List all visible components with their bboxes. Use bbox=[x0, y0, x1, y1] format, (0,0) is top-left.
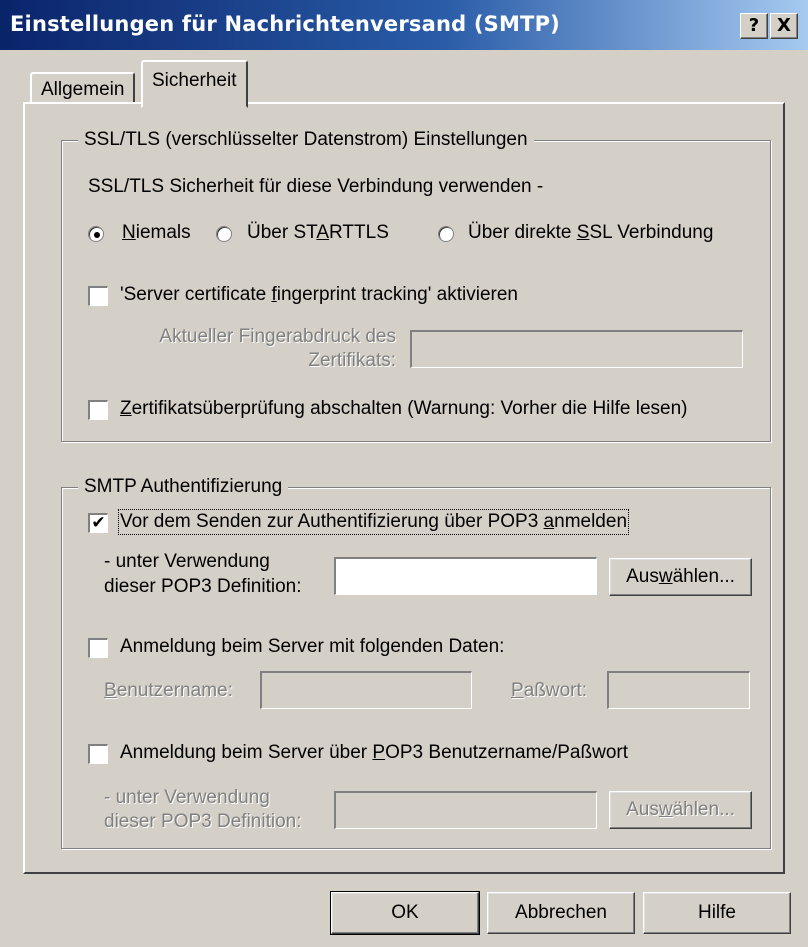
pop3-def2-field bbox=[334, 791, 597, 829]
ssl-group-title: SSL/TLS (verschlüsselter Datenstrom) Ein… bbox=[78, 129, 534, 151]
tab-sicherheit-label: Sicherheit bbox=[152, 70, 237, 91]
username-field bbox=[260, 671, 472, 709]
password-field bbox=[607, 671, 750, 709]
pop3-login-checkbox[interactable] bbox=[88, 744, 108, 764]
pop3-def-label-line1: - unter Verwendung bbox=[104, 551, 270, 572]
cert-check-off-checkbox[interactable] bbox=[88, 400, 108, 420]
server-login-checkbox[interactable] bbox=[88, 638, 108, 658]
help-icon[interactable]: ? bbox=[740, 13, 768, 39]
ok-button[interactable]: OK bbox=[330, 891, 480, 935]
close-icon[interactable]: X bbox=[770, 13, 798, 39]
radio-starttls-label: Über STARTTLS bbox=[247, 222, 389, 243]
pop3-login-label[interactable]: Anmeldung beim Server über POP3 Benutzer… bbox=[120, 742, 628, 764]
select-pop3-button-2: Auswählen... bbox=[609, 791, 752, 829]
fingerprint-label-line1: Aktueller Fingerabdruck des bbox=[159, 326, 396, 347]
radio-niemals-control[interactable] bbox=[88, 226, 104, 242]
username-label: Benutzername: bbox=[104, 680, 233, 701]
fingerprint-tracking-checkbox[interactable] bbox=[88, 286, 108, 306]
cert-check-off-label[interactable]: Zertifikatsüberprüfung abschalten (Warnu… bbox=[120, 398, 687, 420]
cancel-button[interactable]: Abbrechen bbox=[487, 892, 635, 934]
pop3-before-send-checkbox[interactable]: ✔ bbox=[88, 513, 108, 533]
pop3-def2-label-line2: dieser POP3 Definition: bbox=[104, 811, 302, 832]
tab-allgemein[interactable]: Allgemein bbox=[30, 72, 136, 104]
tab-sicherheit[interactable]: Sicherheit bbox=[141, 60, 248, 108]
radio-direct-ssl-control[interactable] bbox=[438, 226, 454, 242]
window-title: Einstellungen für Nachrichtenversand (SM… bbox=[10, 12, 560, 36]
fingerprint-tracking-label[interactable]: 'Server certificate fingerprint tracking… bbox=[120, 284, 518, 306]
radio-niemals-label: Niemals bbox=[122, 222, 191, 243]
pop3-def-label-line2: dieser POP3 Definition: bbox=[104, 576, 302, 597]
password-label: Paßwort: bbox=[511, 680, 588, 701]
fingerprint-field bbox=[410, 330, 743, 368]
server-login-label[interactable]: Anmeldung beim Server mit folgenden Date… bbox=[120, 636, 504, 658]
pop3-before-send-label[interactable]: Vor dem Senden zur Authentifizierung übe… bbox=[117, 509, 630, 535]
radio-starttls-control[interactable] bbox=[216, 226, 232, 242]
pop3-def2-label-line1: - unter Verwendung bbox=[104, 787, 270, 808]
fingerprint-label-line2: Zertifikats: bbox=[308, 350, 396, 371]
radio-direct-ssl-label: Über direkte SSL Verbindung bbox=[468, 222, 714, 243]
select-pop3-button[interactable]: Auswählen... bbox=[609, 558, 752, 596]
help-button[interactable]: Hilfe bbox=[643, 892, 791, 934]
ssl-prompt: SSL/TLS Sicherheit für diese Verbindung … bbox=[88, 176, 544, 197]
smtp-auth-group-title: SMTP Authentifizierung bbox=[78, 476, 289, 498]
tab-allgemein-label: Allgemein bbox=[41, 79, 125, 100]
pop3-def-field[interactable] bbox=[334, 557, 597, 595]
radio-selected-dot bbox=[94, 232, 100, 238]
